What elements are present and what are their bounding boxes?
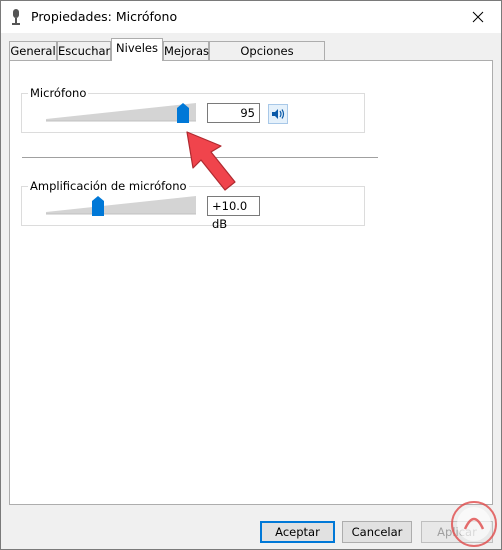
boost-level-slider[interactable] xyxy=(46,194,198,218)
tab-mejoras[interactable]: Mejoras xyxy=(163,41,209,60)
microphone-icon xyxy=(12,9,20,25)
pointer-arrow-icon xyxy=(186,131,236,191)
microphone-level-value[interactable]: 95 xyxy=(207,103,260,123)
boost-label: Amplificación de micrófono xyxy=(28,179,189,193)
boost-level-value[interactable]: +10.0 dB xyxy=(207,196,260,231)
close-icon xyxy=(472,11,484,23)
speaker-icon xyxy=(272,109,285,119)
levels-panel: Micrófono 95 Amplificación de micrófono … xyxy=(9,60,493,505)
boost-slider-track xyxy=(46,196,196,215)
tab-niveles[interactable]: Niveles xyxy=(111,38,163,61)
microphone-level-slider[interactable] xyxy=(46,101,198,125)
close-button[interactable] xyxy=(455,1,501,33)
tab-escuchar[interactable]: Escuchar xyxy=(57,41,111,60)
tab-opciones-avanzadas[interactable]: Opciones avanzadas xyxy=(209,41,325,76)
properties-dialog: Propiedades: Micrófono General Escuchar … xyxy=(0,0,502,550)
microphone-slider-track xyxy=(46,103,196,122)
watermark-logo-icon xyxy=(451,501,497,547)
microphone-slider-thumb[interactable] xyxy=(177,103,189,123)
title-bar: Propiedades: Micrófono xyxy=(1,1,501,33)
tab-general[interactable]: General xyxy=(9,41,57,60)
cancel-button[interactable]: Cancelar xyxy=(342,521,412,543)
speaker-mute-button[interactable] xyxy=(268,104,288,124)
window-title: Propiedades: Micrófono xyxy=(31,9,178,24)
microphone-label: Micrófono xyxy=(28,86,89,100)
boost-slider-thumb[interactable] xyxy=(92,196,104,216)
accept-button[interactable]: Aceptar xyxy=(260,521,335,543)
